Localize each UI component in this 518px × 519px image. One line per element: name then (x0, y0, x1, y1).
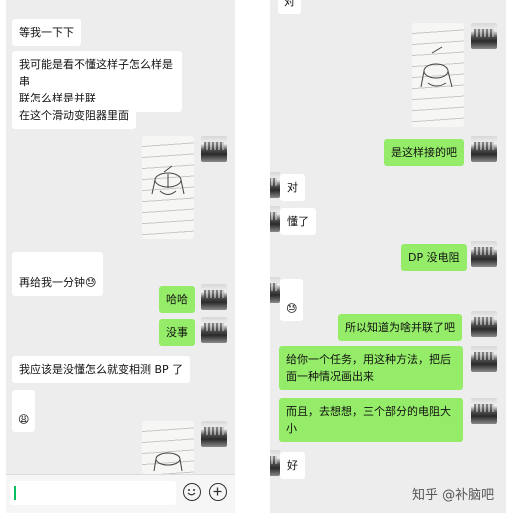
sweat-emoji-icon: 😓 (286, 302, 298, 315)
weary-emoji-icon: 😩 (18, 413, 30, 426)
message-bubble: 哈哈 (159, 286, 195, 313)
avatar[interactable] (471, 346, 497, 372)
avatar[interactable] (471, 136, 497, 162)
message-bubble: 我应该是没懂怎么就变相测 BP 了 (12, 356, 191, 383)
message-bubble: DP 没电阻 (401, 244, 467, 271)
sketch-photo[interactable] (142, 421, 194, 474)
avatar[interactable] (270, 206, 280, 232)
message-bubble: 没事 (159, 319, 195, 346)
sketch-photo[interactable] (142, 136, 194, 239)
avatar[interactable] (201, 284, 227, 310)
message-bubble: 而且，去想想，三个部分的电阻大 小 (279, 398, 463, 442)
message-bubble: 对 (280, 174, 305, 201)
avatar[interactable] (270, 172, 280, 198)
message-bubble: 所以知道为啥并联了吧 (338, 314, 462, 341)
watermark: 知乎 @补脑吧 (412, 488, 495, 503)
avatar[interactable] (471, 23, 497, 49)
avatar[interactable] (270, 450, 280, 476)
avatar[interactable] (471, 241, 497, 267)
chat-input-bar (6, 474, 235, 513)
message-input[interactable] (10, 481, 176, 505)
smiley-icon[interactable] (183, 483, 201, 501)
avatar[interactable] (270, 277, 280, 303)
circuit-sketch-icon (151, 165, 185, 195)
left-chat-screenshot: 等我一下下 我可能是看不懂这样子怎么样是串 联怎么样是并联 在这个滑动变阻器里面… (6, 0, 235, 474)
avatar[interactable] (201, 317, 227, 343)
message-bubble: 等我一下下 (12, 19, 81, 46)
message-bubble: 懂了 (280, 208, 316, 235)
avatar[interactable] (201, 421, 227, 447)
text-caret (14, 486, 16, 500)
message-bubble: 好 (280, 452, 305, 479)
circuit-sketch-icon (153, 452, 183, 472)
sweat-emoji-icon: 😓 (85, 276, 97, 289)
message-bubble: 在这个滑动变阻器里面 (12, 102, 136, 129)
message-text: 再给我一分钟 (19, 276, 85, 289)
message-bubble: 再给我一分钟😓 (12, 252, 104, 296)
message-bubble-partial: 对 (278, 0, 301, 14)
message-bubble: 是这样接的吧 (384, 139, 464, 166)
circuit-sketch-icon (420, 46, 453, 88)
message-bubble: 给你一个任务，用这种方法，把后 面一种情况画出来 (279, 346, 463, 390)
sketch-photo[interactable] (412, 23, 464, 127)
avatar[interactable] (201, 136, 227, 162)
emoji-message: 😓 (280, 279, 304, 321)
avatar[interactable] (471, 398, 497, 424)
right-chat-screenshot: 对 是这样接的吧 对 懂了 DP 没电阻 😓 所以知道为啥并联了吧 给你一个任务… (270, 0, 506, 513)
emoji-message: 😩 (12, 390, 36, 432)
avatar[interactable] (471, 311, 497, 337)
plus-icon[interactable] (209, 483, 227, 501)
